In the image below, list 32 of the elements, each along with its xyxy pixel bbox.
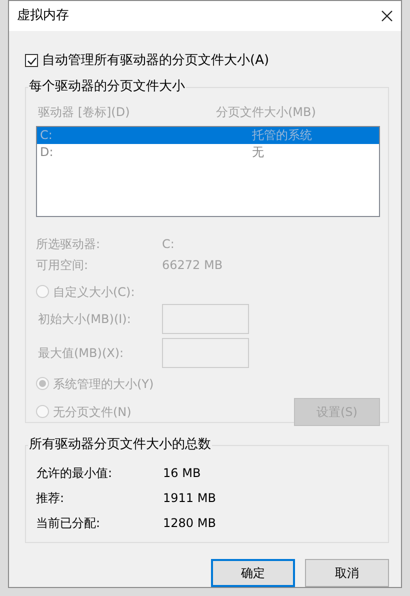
- drive-row[interactable]: D: 无: [37, 144, 379, 160]
- total-label: 当前已分配:: [36, 514, 102, 532]
- dialog-button[interactable]: 确定: [211, 558, 295, 586]
- checkbox-label: 自动管理所有驱动器的分页文件大小(A): [42, 52, 270, 70]
- radio-label: 系统管理的大小(Y): [53, 376, 154, 392]
- total-label: 推荐:: [36, 490, 66, 506]
- info-value: C:: [162, 236, 174, 252]
- total-label: 允许的最小值:: [36, 464, 114, 482]
- field-label: 最大值(MB)(X):: [37, 344, 125, 362]
- radio-button[interactable]: [36, 405, 49, 418]
- drive-row[interactable]: C: 托管的系统: [37, 126, 379, 144]
- dialog-button[interactable]: 取消: [305, 558, 389, 586]
- group-title: 每个驱动器的分页文件大小: [28, 78, 186, 94]
- input-field[interactable]: [162, 304, 249, 334]
- info-label: 可用空间:: [36, 256, 90, 274]
- info-label: 所选驱动器:: [36, 236, 102, 252]
- radio-button[interactable]: [36, 285, 49, 298]
- radio-label: 无分页文件(N): [53, 404, 132, 420]
- radio-label: 自定义大小(C):: [53, 284, 135, 300]
- total-value: 1911 MB: [163, 490, 216, 506]
- radio-button[interactable]: [36, 377, 49, 390]
- group-title: 所有驱动器分页文件大小的总数: [28, 436, 212, 452]
- column-header: 分页文件大小(MB): [216, 104, 316, 120]
- column-header: 驱动器 [卷标](D): [37, 104, 131, 120]
- checkbox[interactable]: [25, 54, 38, 68]
- total-value: 1280 MB: [163, 514, 216, 532]
- info-value: 66272 MB: [162, 256, 223, 274]
- close-icon[interactable]: [381, 10, 393, 22]
- field-label: 初始大小(MB)(I):: [37, 310, 132, 328]
- window-title: 虚拟内存: [17, 7, 69, 26]
- input-field[interactable]: [162, 338, 249, 368]
- total-value: 16 MB: [163, 464, 201, 482]
